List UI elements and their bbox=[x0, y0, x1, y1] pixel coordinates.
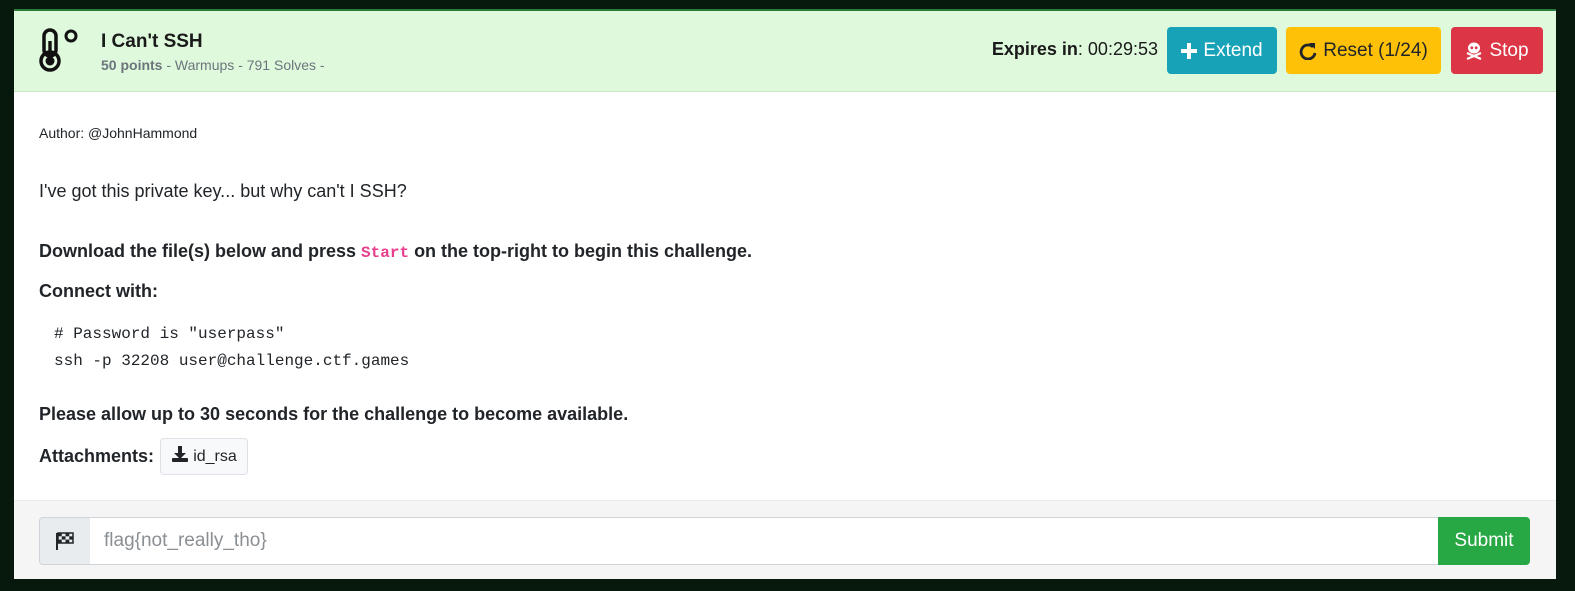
download-icon bbox=[171, 445, 189, 468]
extend-button[interactable]: Extend bbox=[1167, 27, 1277, 74]
challenge-card: I Can't SSH 50 points - Warmups - 791 So… bbox=[14, 9, 1556, 579]
download-suffix: on the top-right to begin this challenge… bbox=[409, 241, 753, 261]
download-instructions: Download the file(s) below and press Sta… bbox=[39, 241, 752, 262]
flag-submit-bar: Submit bbox=[14, 500, 1556, 579]
stop-button[interactable]: Stop bbox=[1451, 27, 1543, 74]
start-keyword: Start bbox=[361, 244, 410, 262]
connection-code: # Password is "userpass" ssh -p 32208 us… bbox=[54, 325, 410, 370]
challenge-header: I Can't SSH 50 points - Warmups - 791 So… bbox=[14, 11, 1556, 92]
submit-button[interactable]: Submit bbox=[1438, 517, 1530, 565]
challenge-subtitle: 50 points - Warmups - 791 Solves - bbox=[101, 57, 325, 73]
plus-icon bbox=[1181, 42, 1198, 59]
reset-label: Reset (1/24) bbox=[1323, 39, 1428, 61]
expires-label: Expires in bbox=[991, 39, 1078, 59]
flag-input[interactable] bbox=[90, 517, 1439, 565]
challenge-points: 50 points bbox=[101, 57, 163, 73]
connect-label: Connect with: bbox=[39, 281, 158, 301]
attachment-id-rsa-button[interactable]: id_rsa bbox=[160, 438, 248, 475]
expires-value: : 00:29:53 bbox=[1077, 39, 1158, 59]
download-prefix: Download the file(s) below and press bbox=[39, 241, 362, 261]
thermometer-icon bbox=[36, 27, 82, 73]
flag-checkered-icon bbox=[39, 517, 91, 565]
challenge-title: I Can't SSH bbox=[101, 31, 203, 52]
challenge-description: I've got this private key... but why can… bbox=[39, 181, 407, 201]
skull-crossbones-icon bbox=[1465, 42, 1483, 60]
challenge-meta: - Warmups - 791 Solves - bbox=[162, 57, 325, 73]
extend-label: Extend bbox=[1203, 39, 1263, 61]
author-line: Author: @JohnHammond bbox=[39, 125, 198, 141]
attachments-label: Attachments: bbox=[39, 446, 155, 466]
redo-icon bbox=[1299, 42, 1317, 60]
availability-note: Please allow up to 30 seconds for the ch… bbox=[39, 404, 629, 424]
stop-label: Stop bbox=[1489, 39, 1529, 61]
expires-timer: Expires in: 00:29:53 bbox=[992, 39, 1158, 60]
reset-button[interactable]: Reset (1/24) bbox=[1286, 27, 1441, 74]
attachment-filename: id_rsa bbox=[193, 447, 237, 465]
